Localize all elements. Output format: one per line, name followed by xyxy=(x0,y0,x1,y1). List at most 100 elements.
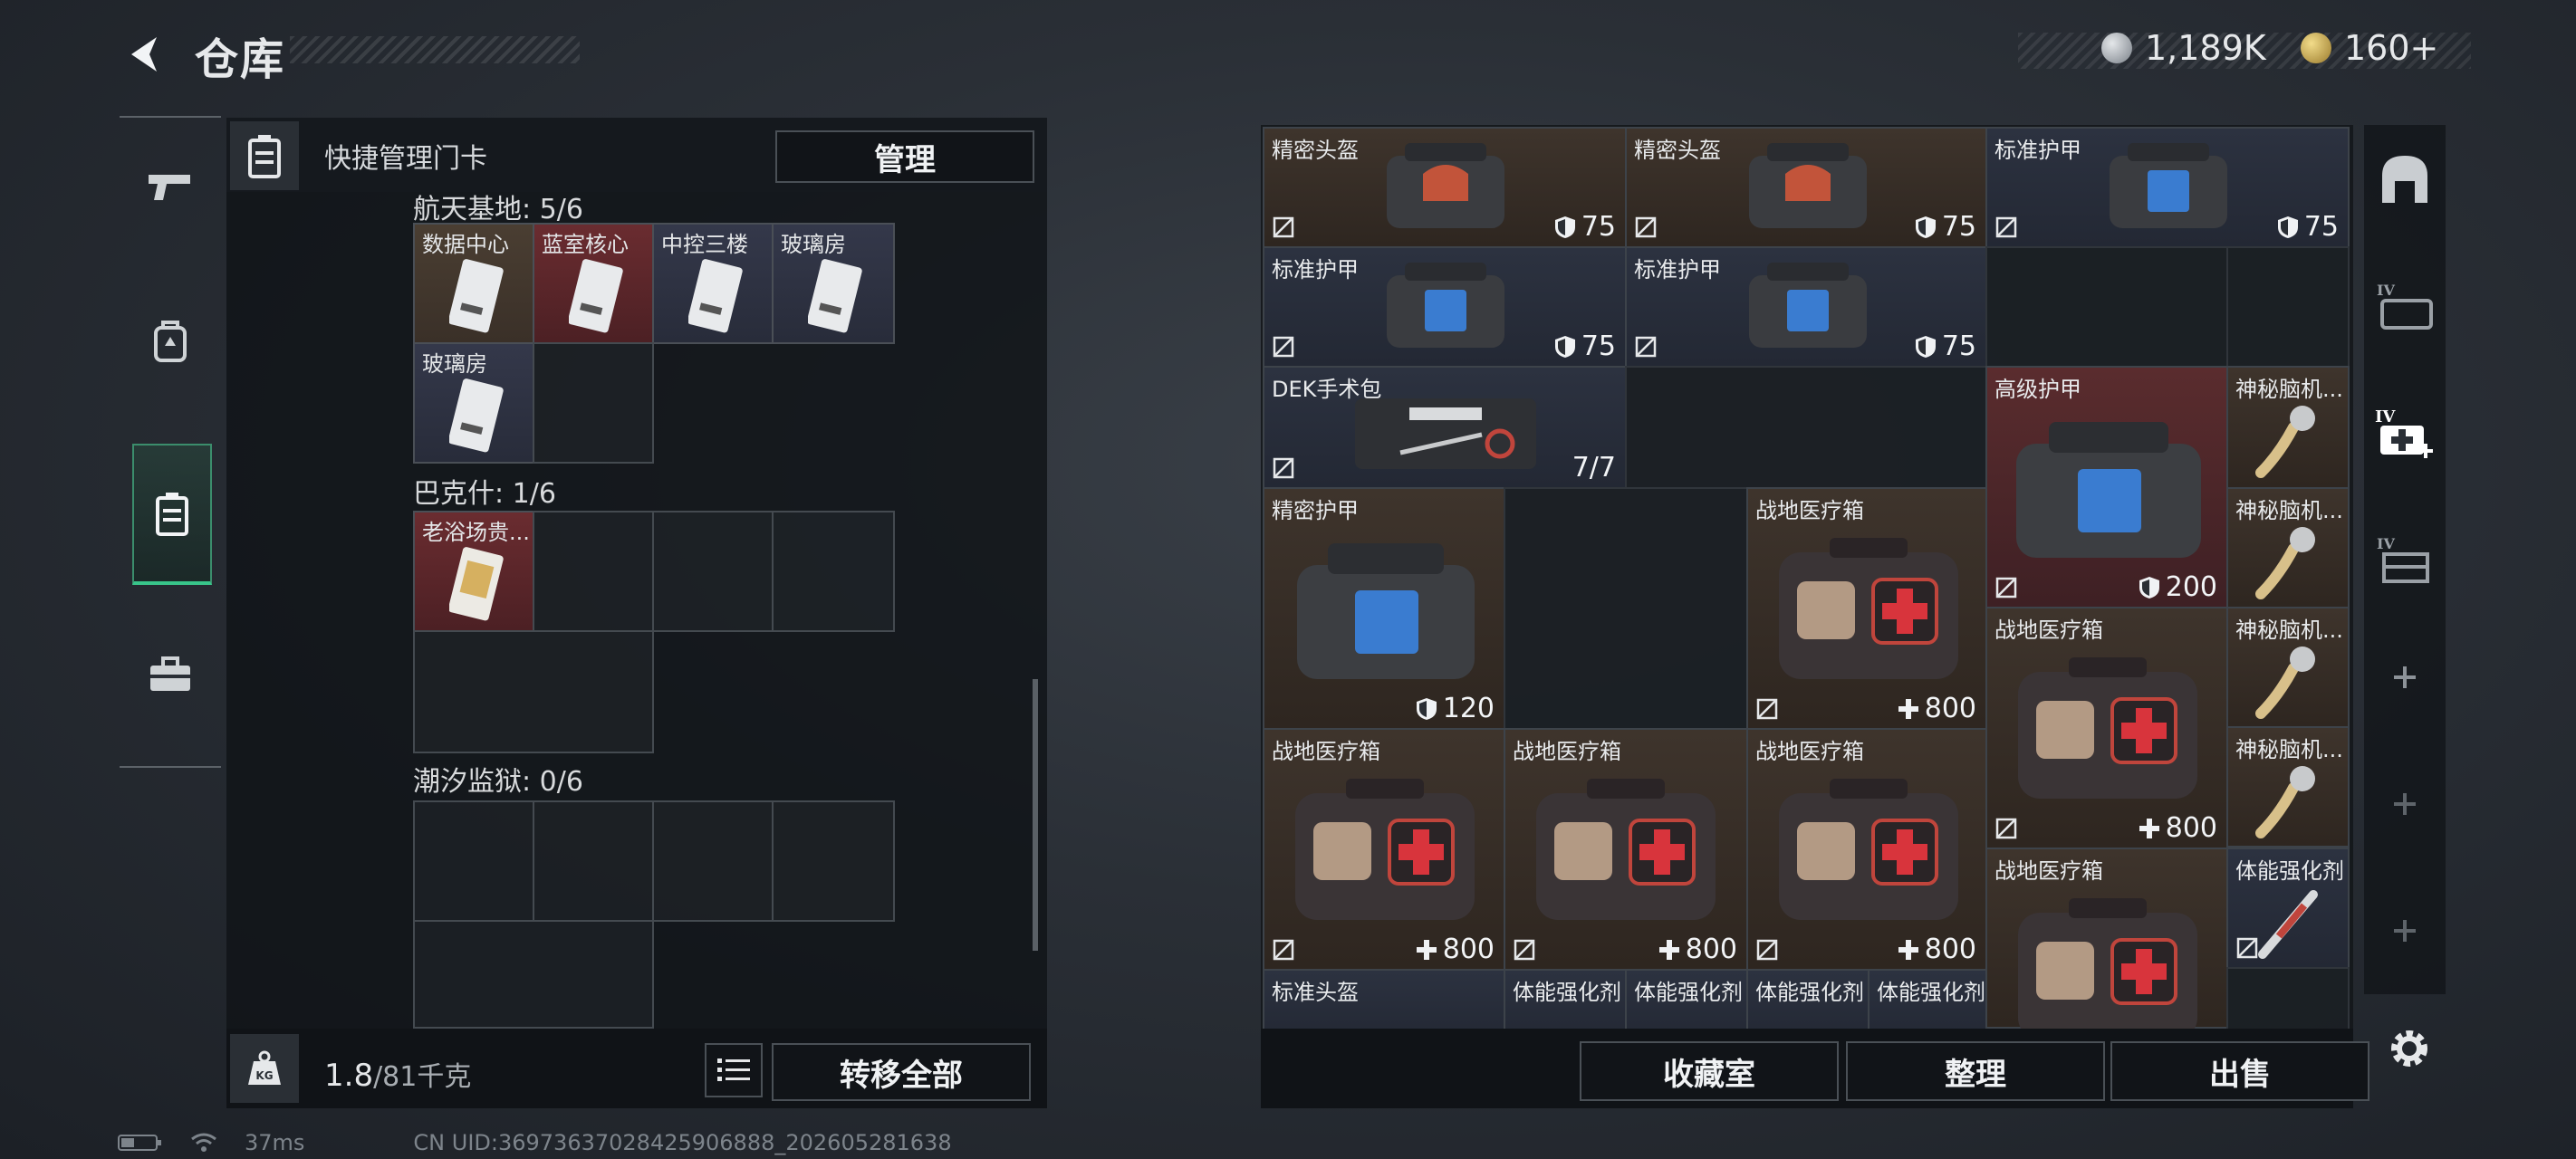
keycard-slot-empty[interactable] xyxy=(652,511,774,632)
stash-empty-slot[interactable] xyxy=(1625,366,1987,489)
nav-weapons[interactable] xyxy=(132,118,208,254)
currency-silver-value: 1,189K xyxy=(2145,28,2266,68)
keycard-slot-empty[interactable] xyxy=(772,511,895,632)
stash-empty-slot[interactable] xyxy=(1504,487,1748,730)
keycard-slot[interactable]: 中控三楼 xyxy=(652,223,774,344)
stash-tab-add[interactable] xyxy=(2364,777,2446,831)
item-name: 战地医疗箱 xyxy=(1994,858,2103,884)
stash-item[interactable]: 体能强化剂 xyxy=(1625,969,1748,1029)
keycard-slot-empty[interactable] xyxy=(652,800,774,922)
stash-item[interactable]: 体能强化剂 xyxy=(2226,848,2350,969)
keycard-slot-empty[interactable] xyxy=(413,630,654,753)
currency-gold[interactable]: 160+ xyxy=(2301,25,2438,71)
keycard-slot-empty[interactable] xyxy=(533,511,654,632)
back-arrow-icon xyxy=(131,37,157,72)
status-bar: 37ms CN UID:36973637028425906888_2026052… xyxy=(118,1130,952,1155)
stash-item[interactable]: DEK手术包 7/7 xyxy=(1263,366,1627,489)
no-insure-icon xyxy=(1635,336,1657,358)
stash-empty-slot[interactable] xyxy=(2226,967,2350,1029)
stash-item[interactable]: 战地医疗箱 800 xyxy=(1746,487,1987,730)
nav-toolbox[interactable] xyxy=(132,607,208,742)
item-value: 75 xyxy=(1915,211,1976,243)
item-value: 800 xyxy=(1898,693,1976,724)
stash-item[interactable]: 精密护甲 120 xyxy=(1263,487,1505,730)
stash-tab-main[interactable] xyxy=(2364,125,2446,234)
stash-empty-slot[interactable] xyxy=(2226,246,2350,368)
no-insure-icon xyxy=(1273,939,1294,961)
keycard-slot[interactable]: 数据中心 xyxy=(413,223,534,344)
stash-item[interactable]: 战地医疗箱 800 xyxy=(1504,728,1748,971)
stash-item[interactable]: 神秘脑机... xyxy=(2226,607,2350,728)
no-insure-icon xyxy=(1273,457,1294,479)
transfer-all-button[interactable]: 转移全部 xyxy=(772,1043,1031,1101)
no-insure-icon xyxy=(2236,937,2258,959)
back-button[interactable] xyxy=(118,27,172,81)
sort-button[interactable]: 整理 xyxy=(1846,1041,2105,1101)
keycard-slot-empty[interactable] xyxy=(533,342,654,464)
nav-backpack[interactable] xyxy=(132,273,208,409)
stash-item[interactable]: 战地医疗箱 800 xyxy=(1746,728,1987,971)
shield-icon xyxy=(1915,335,1936,358)
item-name: 神秘脑机... xyxy=(2235,498,2343,523)
item-name: 战地医疗箱 xyxy=(1513,739,1621,764)
stash-item[interactable]: 标准护甲 75 xyxy=(1263,246,1627,368)
keycard-label: 数据中心 xyxy=(422,232,509,257)
currency-silver[interactable]: 1,189K xyxy=(2101,25,2266,71)
keycard-slot[interactable]: 蓝室核心 xyxy=(533,223,654,344)
item-value: 800 xyxy=(1658,934,1737,965)
keycard-slot[interactable]: 老浴场贵... xyxy=(413,511,534,632)
stash-item[interactable]: 高级护甲 200 xyxy=(1985,366,2228,608)
keycard-slot-empty[interactable] xyxy=(413,800,534,922)
stash-item[interactable]: 标准护甲 75 xyxy=(1625,246,1987,368)
no-insure-icon xyxy=(1995,818,2017,839)
stash-item[interactable]: 神秘脑机... xyxy=(2226,726,2350,848)
collection-room-button[interactable]: 收藏室 xyxy=(1580,1041,1839,1101)
stash-tab-add[interactable] xyxy=(2364,650,2446,704)
manage-button[interactable]: 管理 xyxy=(775,130,1034,183)
plus-icon xyxy=(2394,920,2416,942)
list-view-button[interactable] xyxy=(705,1043,763,1097)
stash-tab-2[interactable]: IV xyxy=(2364,252,2446,360)
stash-item[interactable]: 战地医疗箱 xyxy=(1985,848,2228,1029)
stash-item[interactable]: 精密头盔 75 xyxy=(1263,127,1627,248)
syringe-icon xyxy=(2258,890,2318,959)
stash-item[interactable]: 神秘脑机... xyxy=(2226,366,2350,489)
armor-icon xyxy=(1297,543,1475,679)
stash-empty-slot[interactable] xyxy=(1985,246,2228,368)
stash-item[interactable]: 神秘脑机... xyxy=(2226,487,2350,608)
heal-plus-icon xyxy=(1416,939,1437,960)
sell-button[interactable]: 出售 xyxy=(2110,1041,2369,1101)
stash-tab-4[interactable]: IV xyxy=(2364,505,2446,614)
stash-item[interactable]: 精密头盔 75 xyxy=(1625,127,1987,248)
keycard-icon xyxy=(449,259,504,333)
item-name: 精密头盔 xyxy=(1634,138,1721,163)
stash-item[interactable]: 战地医疗箱 800 xyxy=(1263,728,1505,971)
item-name: 标准护甲 xyxy=(1994,138,2081,163)
stash-tab-3[interactable]: IV xyxy=(2364,378,2446,487)
stash-item[interactable]: 体能强化剂 xyxy=(1868,969,1987,1029)
page-title: 仓库 xyxy=(195,34,286,85)
plus-icon xyxy=(2394,793,2416,815)
stash-item[interactable]: 体能强化剂 xyxy=(1504,969,1627,1029)
keycard-slot-empty[interactable] xyxy=(413,920,654,1029)
nav-keycards[interactable] xyxy=(132,444,212,585)
battery-icon xyxy=(118,1135,161,1151)
keycard-slot-empty[interactable] xyxy=(533,800,654,922)
item-value: 200 xyxy=(2139,571,2217,603)
item-value: 75 xyxy=(2277,211,2339,243)
keycard-holder-icon xyxy=(156,493,188,536)
item-name: 精密护甲 xyxy=(1272,498,1359,523)
keycard-slot[interactable]: 玻璃房 xyxy=(772,223,895,344)
stash-tab-add[interactable] xyxy=(2364,904,2446,958)
settings-button[interactable] xyxy=(2384,1023,2435,1074)
item-name: 战地医疗箱 xyxy=(1755,498,1864,523)
stash-item[interactable]: 标准护甲 75 xyxy=(1985,127,2350,248)
stash-item[interactable]: 战地医疗箱 800 xyxy=(1985,607,2228,849)
stash-item[interactable]: 标准头盔 xyxy=(1263,969,1505,1029)
stash-item[interactable]: 体能强化剂 xyxy=(1746,969,1870,1029)
keycard-scrollbar[interactable] xyxy=(1033,679,1038,951)
medkit-icon xyxy=(1779,538,1958,679)
keycard-slot[interactable]: 玻璃房 xyxy=(413,342,534,464)
keycard-slot-empty[interactable] xyxy=(772,800,895,922)
item-name: 体能强化剂 xyxy=(1877,980,1985,1005)
